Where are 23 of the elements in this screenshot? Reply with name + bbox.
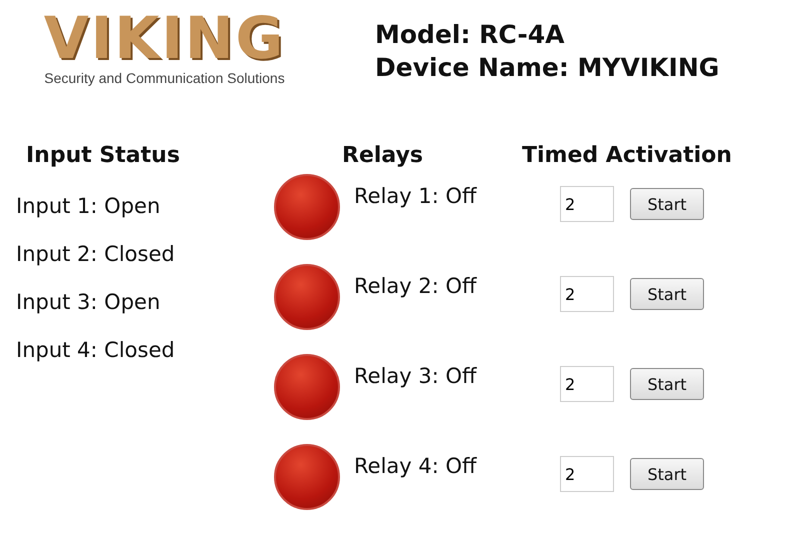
duration-input-field[interactable]: 2 xyxy=(560,456,614,492)
input-status-text: Input 4: Closed xyxy=(16,337,176,364)
start-button[interactable]: Start xyxy=(630,188,704,220)
duration-input-field[interactable]: 2 xyxy=(560,366,614,402)
device-name-label: Device Name: MYVIKING xyxy=(375,52,720,84)
input-status-text: Input 1: Open xyxy=(16,193,162,220)
relay-status-text: Relay 1: Off xyxy=(354,184,476,208)
relay-status-text: Relay 4: Off xyxy=(354,454,476,478)
duration-input-field[interactable]: 2 xyxy=(560,186,614,222)
model-label: Model: RC-4A xyxy=(375,19,566,51)
duration-input-field[interactable]: 2 xyxy=(560,276,614,312)
relay-status-text: Relay 3: Off xyxy=(354,364,476,388)
column-heading: Timed Activation xyxy=(522,142,732,170)
logo-wordmark: VIKING xyxy=(44,10,286,66)
start-button[interactable]: Start xyxy=(630,458,704,490)
start-button[interactable]: Start xyxy=(630,368,704,400)
input-status-text: Input 2: Closed xyxy=(16,241,176,268)
logo-tagline: Security and Communication Solutions xyxy=(44,70,285,86)
column-heading: Input Status xyxy=(26,142,181,170)
start-button[interactable]: Start xyxy=(630,278,704,310)
relay-status-text: Relay 2: Off xyxy=(354,274,476,298)
column-heading: Relays xyxy=(342,142,424,170)
input-status-text: Input 3: Open xyxy=(16,289,162,316)
